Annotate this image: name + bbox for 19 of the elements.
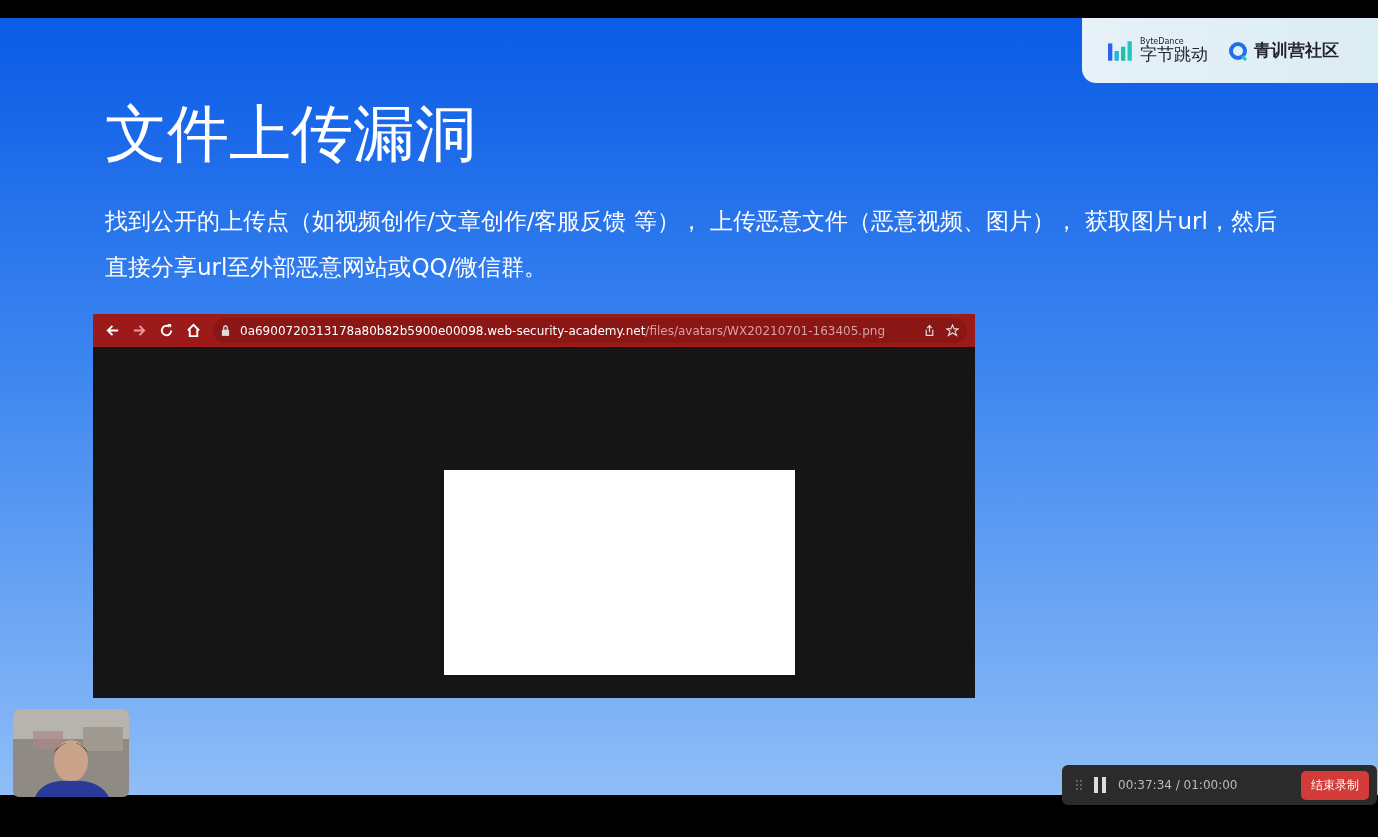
back-arrow-icon xyxy=(105,323,120,338)
slide-paragraph: 找到公开的上传点（如视频创作/文章创作/客服反馈 等）， 上传恶意文件（恶意视频、图片）， 获取图片url，然后直接分享url至外部恶意网站或QQ/微信群。 xyxy=(105,207,1278,282)
brand-subtitle: ByteDance xyxy=(1140,38,1185,46)
lock-icon xyxy=(221,325,230,336)
recording-time: 00:37:34 / 01:00:00 xyxy=(1118,778,1239,792)
share-icon xyxy=(923,324,936,337)
forward-arrow-icon xyxy=(132,323,147,338)
stop-recording-button[interactable]: 结束录制 xyxy=(1301,770,1369,800)
pause-icon[interactable] xyxy=(1094,777,1106,793)
ring-logo-icon xyxy=(1228,40,1248,61)
community-name: 青训营社区 xyxy=(1254,39,1339,62)
slide-title: 文件上传漏洞 xyxy=(105,96,478,172)
star-icon xyxy=(946,324,959,337)
brand-name: 字节跳动 xyxy=(1140,46,1208,63)
drag-handle-icon[interactable] xyxy=(1076,779,1082,791)
url-text: 0a6900720313178a80b82b5900e00098.web-security-academy.net/files/avatars/WX20210701-163405.png xyxy=(240,323,887,338)
bar-chart-logo-icon xyxy=(1108,39,1134,62)
reload-icon xyxy=(159,323,174,338)
home-icon xyxy=(186,323,201,338)
